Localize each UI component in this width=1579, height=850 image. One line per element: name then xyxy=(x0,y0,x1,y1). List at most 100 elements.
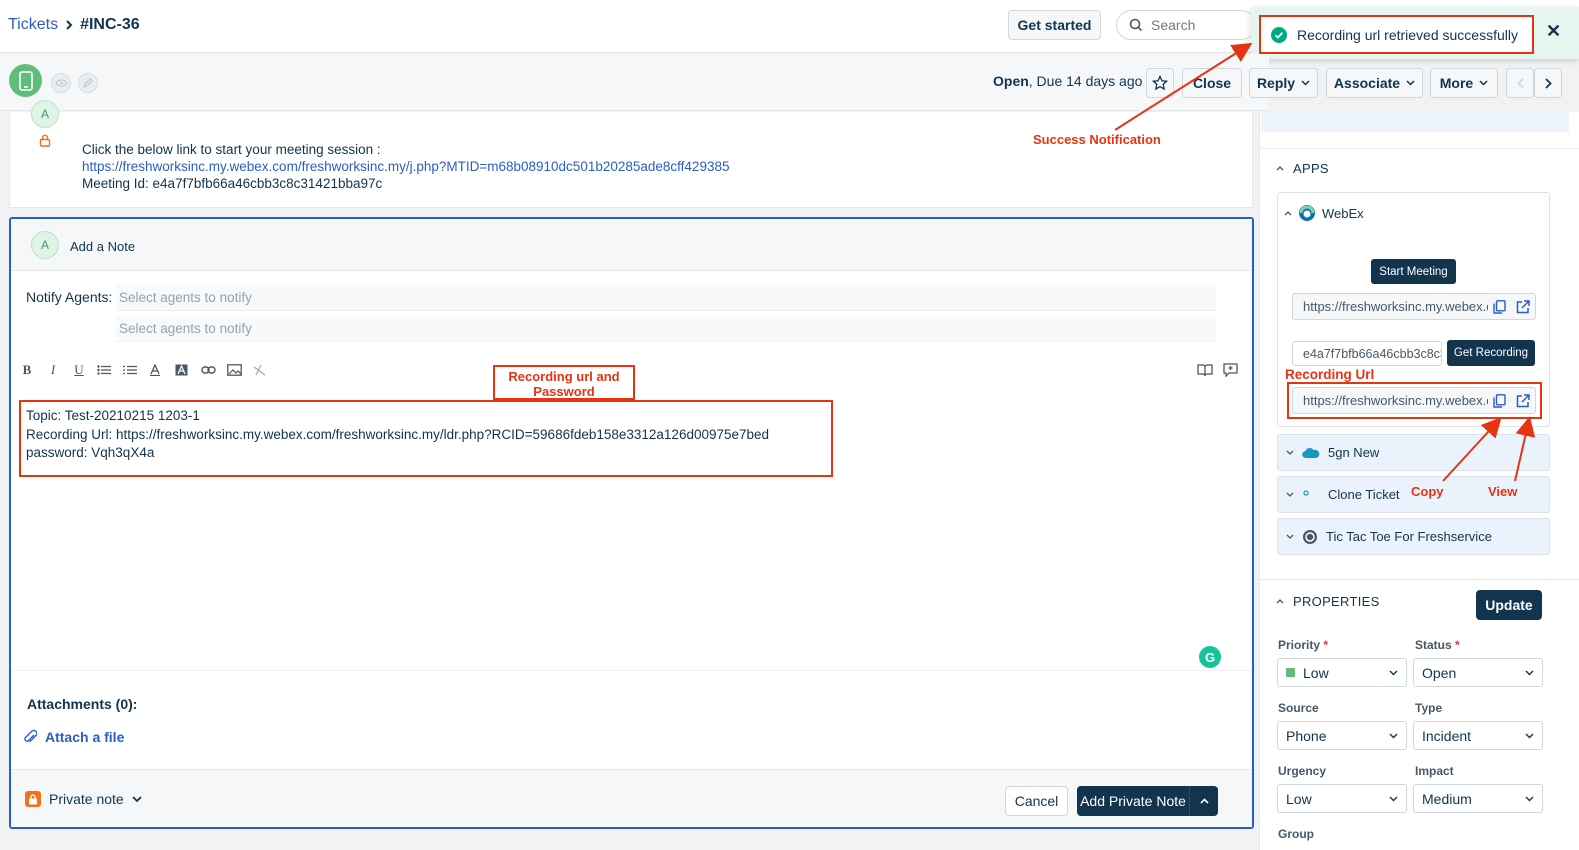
lock-icon xyxy=(25,791,41,807)
cancel-button[interactable]: Cancel xyxy=(1005,786,1068,816)
ticket-toolbar: Open, Due 14 days ago Close Reply Associ… xyxy=(0,54,1562,111)
chevron-left-icon xyxy=(1516,77,1524,89)
paperclip-icon xyxy=(23,729,37,745)
app-5gn-new[interactable]: 5gn New xyxy=(1277,434,1550,471)
impact-select[interactable]: Medium xyxy=(1413,784,1543,813)
divider xyxy=(11,670,1252,671)
check-circle-icon xyxy=(1271,26,1287,43)
chevron-down-icon xyxy=(1479,80,1488,86)
ticket-status-text: Open, Due 14 days ago xyxy=(993,73,1142,89)
external-link-icon[interactable] xyxy=(1511,299,1535,314)
app-tic-tac-toe[interactable]: Tic Tac Toe For Freshservice xyxy=(1277,518,1550,555)
type-select[interactable]: Incident xyxy=(1413,721,1543,750)
bullet-list-icon[interactable] xyxy=(97,365,113,375)
properties-title: PROPERTIES xyxy=(1293,594,1380,609)
copy-icon[interactable] xyxy=(1488,299,1512,314)
attachments-heading: Attachments (0): xyxy=(27,696,138,712)
type-label: Type xyxy=(1415,701,1443,715)
attach-file-link[interactable]: Attach a file xyxy=(23,729,124,745)
notify-agents-input-secondary[interactable]: Select agents to notify xyxy=(116,316,1216,342)
meeting-url-value: https://freshworksinc.my.webex.com/fresh… xyxy=(1303,299,1488,314)
source-select[interactable]: Phone xyxy=(1277,721,1407,750)
star-button[interactable] xyxy=(1146,68,1174,98)
priority-value: Low xyxy=(1303,664,1329,681)
numbered-list-icon[interactable] xyxy=(123,365,139,375)
impact-value: Medium xyxy=(1422,790,1472,807)
search-input[interactable]: Search xyxy=(1116,10,1256,40)
underline-icon[interactable]: U xyxy=(71,362,87,378)
chevron-down-icon xyxy=(1286,534,1294,539)
toast-close-icon[interactable]: ✕ xyxy=(1546,21,1561,42)
text-color-icon[interactable] xyxy=(149,364,165,376)
divider xyxy=(1260,148,1579,149)
associate-button[interactable]: Associate xyxy=(1326,68,1423,98)
previous-ticket-button[interactable] xyxy=(1506,68,1534,98)
annotation-success-notification: Success Notification xyxy=(1033,132,1161,147)
eye-icon[interactable] xyxy=(51,73,71,93)
chevron-right-icon xyxy=(1544,77,1552,89)
chevron-down-icon xyxy=(1389,733,1398,739)
meeting-id-line: Meeting Id: e4a7f7bfb66a46cbb3c8c31421bb… xyxy=(82,176,383,191)
chevron-up-icon[interactable] xyxy=(1190,798,1218,804)
background-color-icon[interactable] xyxy=(175,364,191,376)
italic-icon[interactable]: I xyxy=(45,362,61,378)
meeting-link[interactable]: https://freshworksinc.my.webex.com/fresh… xyxy=(82,158,729,175)
meeting-id-field[interactable]: e4a7f7bfb66a46cbb3c8c31421bba97c xyxy=(1292,341,1442,366)
clear-format-icon[interactable] xyxy=(253,364,269,376)
attach-file-label: Attach a file xyxy=(45,729,125,745)
more-label: More xyxy=(1439,75,1474,91)
reply-label: Reply xyxy=(1256,75,1296,91)
chevron-down-icon xyxy=(1525,733,1534,739)
chevron-down-icon xyxy=(132,795,142,803)
app-clone-label: Clone Ticket xyxy=(1328,487,1400,502)
meeting-url-field[interactable]: https://freshworksinc.my.webex.com/fresh… xyxy=(1292,293,1536,320)
bold-icon[interactable]: B xyxy=(19,362,35,378)
avatar: A xyxy=(31,100,59,128)
app-tictactoe-label: Tic Tac Toe For Freshservice xyxy=(1326,529,1492,544)
notify-agents-label: Notify Agents: xyxy=(26,289,113,305)
reply-button[interactable]: Reply xyxy=(1249,68,1318,98)
update-button[interactable]: Update xyxy=(1476,590,1542,620)
urgency-select[interactable]: Low xyxy=(1277,784,1407,813)
webex-app-panel: WebEx Start Meeting https://freshworksin… xyxy=(1277,192,1550,427)
webex-header[interactable]: WebEx xyxy=(1284,204,1364,222)
private-note-selector[interactable]: Private note xyxy=(25,791,142,807)
type-value: Incident xyxy=(1422,727,1472,744)
get-started-button[interactable]: Get started xyxy=(1008,10,1101,40)
search-icon xyxy=(1129,18,1143,32)
close-ticket-button[interactable]: Close xyxy=(1182,68,1242,98)
chevron-down-icon xyxy=(1301,80,1310,86)
more-button[interactable]: More xyxy=(1430,68,1498,98)
clone-icon xyxy=(1302,489,1320,500)
properties-section-toggle[interactable]: PROPERTIES xyxy=(1276,594,1380,609)
start-meeting-button[interactable]: Start Meeting xyxy=(1371,259,1456,284)
body-topic-line: Topic: Test-20210215 1203-1 xyxy=(26,408,200,423)
note-body[interactable]: Topic: Test-20210215 1203-1 Recording Ur… xyxy=(19,400,833,477)
salesforce-cloud-icon xyxy=(1302,447,1320,459)
impact-label: Impact xyxy=(1415,764,1454,778)
chevron-down-icon xyxy=(1286,492,1294,497)
next-ticket-button[interactable] xyxy=(1534,68,1562,98)
avatar: A xyxy=(31,231,59,259)
chevron-down-icon xyxy=(1286,450,1294,455)
source-label: Source xyxy=(1278,701,1319,715)
breadcrumb-current: #INC-36 xyxy=(80,16,140,33)
image-icon[interactable] xyxy=(227,364,243,376)
breadcrumb-tickets-link[interactable]: Tickets xyxy=(8,16,58,34)
link-icon[interactable] xyxy=(201,366,217,374)
breadcrumb: Tickets #INC-36 xyxy=(8,16,140,34)
add-private-note-button[interactable]: Add Private Note xyxy=(1077,786,1218,816)
apps-section-toggle[interactable]: APPS xyxy=(1276,161,1329,176)
pencil-icon[interactable] xyxy=(78,73,98,93)
status-value: Open xyxy=(1422,664,1457,681)
editor-header: A Add a Note xyxy=(11,219,1252,271)
priority-select[interactable]: Low xyxy=(1277,658,1407,687)
get-recording-button[interactable]: Get Recording xyxy=(1447,340,1535,366)
status-select[interactable]: Open xyxy=(1413,658,1543,687)
notify-agents-input[interactable]: Select agents to notify xyxy=(116,285,1216,311)
grammarly-icon[interactable]: G xyxy=(1199,646,1221,668)
canned-response-icon[interactable] xyxy=(1223,363,1239,377)
book-icon[interactable] xyxy=(1197,363,1213,377)
due-text: , Due 14 days ago xyxy=(1028,73,1143,89)
editor-title: Add a Note xyxy=(70,239,136,254)
